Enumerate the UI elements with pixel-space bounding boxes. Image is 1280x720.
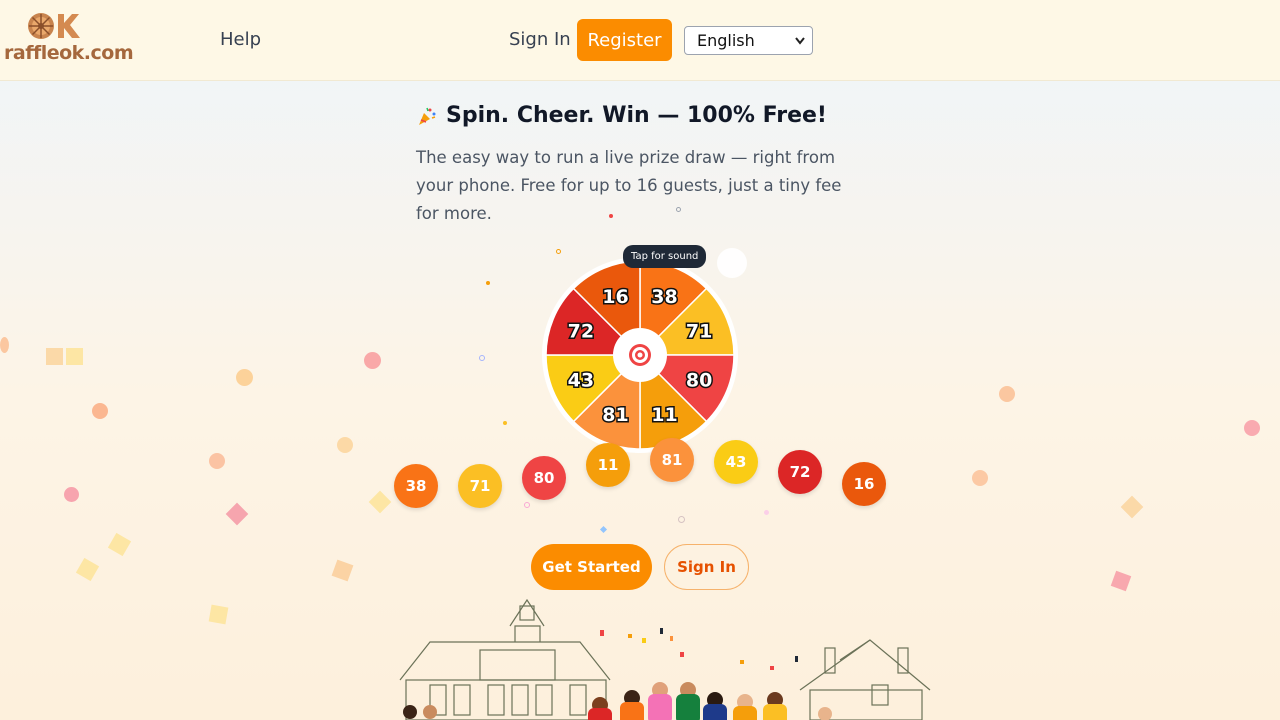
number-ball: 81	[650, 438, 694, 482]
confetti-piece	[678, 516, 685, 523]
hero-heading: Spin. Cheer. Win — 100% Free!	[416, 103, 827, 128]
confetti-piece	[92, 403, 108, 419]
confetti-piece	[599, 525, 608, 534]
confetti-piece	[999, 386, 1015, 402]
logo-text: raffleok.com	[4, 42, 134, 64]
number-ball: 72	[778, 450, 822, 494]
confetti-piece	[556, 249, 561, 254]
confetti-piece	[236, 369, 253, 386]
sound-toggle[interactable]	[717, 248, 747, 278]
confetti-piece	[208, 604, 229, 625]
confetti-piece	[1120, 495, 1144, 519]
confetti-piece	[75, 557, 100, 582]
wheel-graphic: 38 71 80 11 81 43 72 16	[542, 257, 738, 453]
number-ball: 11	[586, 443, 630, 487]
chevron-down-icon	[794, 27, 806, 64]
number-ball: 16	[842, 462, 886, 506]
confetti-piece	[1110, 570, 1132, 592]
confetti-piece	[364, 352, 381, 369]
confetti-piece	[368, 490, 392, 514]
signin-button[interactable]: Sign In	[664, 544, 749, 590]
confetti-piece	[479, 355, 485, 361]
confetti-piece	[764, 510, 769, 515]
confetti-piece	[64, 487, 79, 502]
confetti-piece	[107, 532, 132, 557]
hero-subtitle: The easy way to run a live prize draw — …	[416, 148, 842, 223]
confetti-piece	[66, 348, 83, 365]
confetti-piece	[225, 502, 249, 526]
confetti-piece	[46, 348, 63, 365]
party-popper-icon	[419, 107, 436, 125]
logo[interactable]: raffleok.com	[4, 10, 134, 68]
register-button[interactable]: Register	[577, 19, 672, 61]
wheel-segment-label: 80	[686, 369, 712, 391]
nav-help-link[interactable]: Help	[220, 29, 261, 50]
wheel-segment-label: 38	[651, 286, 677, 308]
celebration-illustration	[399, 598, 931, 720]
confetti-piece	[503, 421, 507, 425]
get-started-button[interactable]: Get Started	[531, 544, 652, 590]
wheel-segment-label: 81	[602, 404, 628, 426]
confetti-piece	[524, 502, 530, 508]
confetti-piece	[337, 437, 353, 453]
nav-signin-link[interactable]: Sign In	[509, 29, 571, 50]
wheel-segment-label: 43	[568, 369, 594, 391]
confetti-piece	[486, 281, 490, 285]
confetti-piece	[1244, 420, 1260, 436]
hero-title: Spin. Cheer. Win — 100% Free!	[446, 103, 827, 128]
wheel-logo-icon	[28, 13, 80, 39]
wheel-segment-label: 72	[568, 321, 594, 343]
language-select[interactable]: English	[684, 26, 813, 55]
wheel-segment-label: 16	[602, 286, 628, 308]
wheel-segment-label: 11	[651, 404, 677, 426]
number-ball: 43	[714, 440, 758, 484]
language-value: English	[697, 31, 755, 50]
target-icon	[629, 344, 651, 366]
confetti-piece	[331, 559, 354, 582]
confetti-piece	[0, 337, 9, 353]
wheel-segment-label: 71	[686, 321, 712, 343]
number-ball: 38	[394, 464, 438, 508]
confetti-piece	[972, 470, 988, 486]
number-ball: 71	[458, 464, 502, 508]
sound-tooltip: Tap for sound	[623, 245, 707, 268]
prize-wheel[interactable]: 38 71 80 11 81 43 72 16	[541, 256, 739, 454]
confetti-piece	[209, 453, 225, 469]
site-header: raffleok.com Help Sign In Register Engli…	[0, 0, 1280, 81]
number-ball: 80	[522, 456, 566, 500]
